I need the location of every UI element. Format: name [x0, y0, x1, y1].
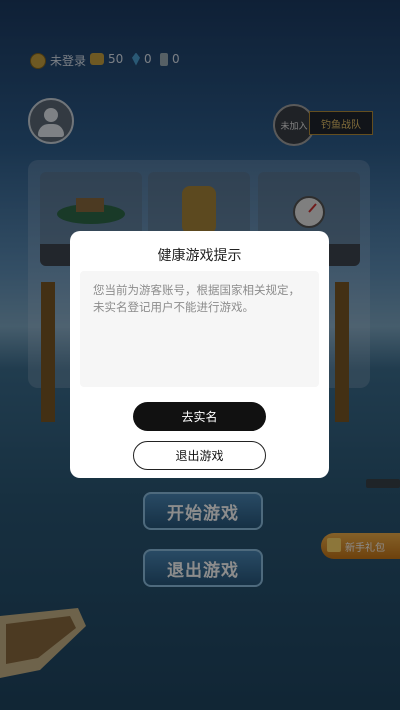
dialog-message: 您当前为游客账号，根据国家相关规定，未实名登记用户不能进行游戏。	[93, 283, 300, 314]
dialog-title: 健康游戏提示	[157, 248, 242, 264]
exit-game-button[interactable]: 退出游戏	[133, 441, 266, 470]
verify-identity-button[interactable]: 去实名	[133, 402, 266, 431]
health-notice-dialog: 健康游戏提示 您当前为游客账号，根据国家相关规定，未实名登记用户不能进行游戏。 …	[70, 231, 329, 478]
dialog-message-box: 您当前为游客账号，根据国家相关规定，未实名登记用户不能进行游戏。	[80, 271, 319, 387]
